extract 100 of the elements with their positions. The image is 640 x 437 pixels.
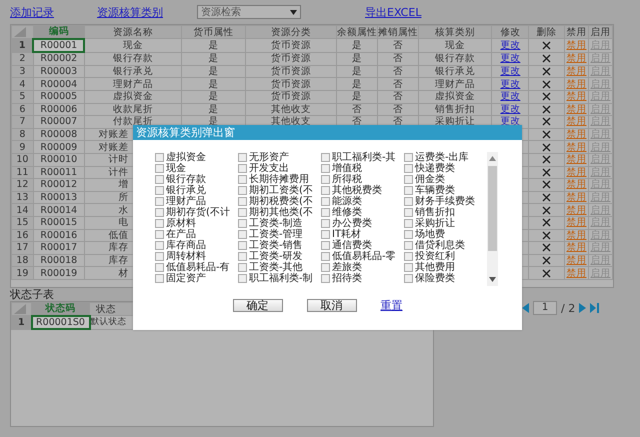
category-checkbox[interactable]: 无形资产: [238, 152, 321, 163]
delete-icon[interactable]: [542, 40, 552, 50]
category-checkbox[interactable]: 期初存货(不计: [155, 207, 238, 218]
column-header[interactable]: 余额属性: [336, 26, 378, 39]
category-checkbox[interactable]: 采购折让: [404, 218, 487, 229]
delete-icon[interactable]: [542, 218, 552, 228]
search-select[interactable]: 资源检索: [197, 5, 301, 19]
category-checkbox[interactable]: 其他税费类: [321, 185, 404, 196]
column-header[interactable]: 禁用: [564, 26, 588, 39]
category-checkbox[interactable]: 期初工资类(不: [238, 185, 321, 196]
category-checkbox[interactable]: 职工福利类-其: [321, 152, 404, 163]
column-header[interactable]: 货币属性: [181, 26, 246, 39]
category-checkbox[interactable]: 虚拟资金: [155, 152, 238, 163]
delete-icon[interactable]: [542, 142, 552, 152]
category-checkbox[interactable]: 在产品: [155, 229, 238, 240]
export-link[interactable]: 导出EXCEL: [365, 4, 422, 20]
category-checkbox[interactable]: 职工福利类-制: [238, 273, 321, 284]
category-checkbox[interactable]: 销售折扣: [404, 207, 487, 218]
column-header[interactable]: 删除: [528, 26, 564, 39]
table-cell: 是: [336, 65, 378, 78]
delete-icon[interactable]: [542, 268, 552, 278]
category-checkbox[interactable]: 招待类: [321, 273, 404, 284]
delete-icon[interactable]: [542, 193, 552, 202]
scroll-up-icon[interactable]: [489, 156, 496, 161]
table-cell: R00001: [33, 38, 84, 52]
reset-link[interactable]: 重置: [380, 298, 402, 313]
table-cell: 银行存款: [418, 52, 492, 66]
category-checkbox[interactable]: 所得税: [321, 174, 404, 185]
table-cell: 否: [377, 38, 418, 52]
category-checkbox[interactable]: 财务手续费类: [404, 196, 487, 207]
delete-icon[interactable]: [542, 180, 552, 190]
delete-icon[interactable]: [542, 54, 552, 64]
category-checkbox[interactable]: 投资红利: [404, 251, 487, 262]
category-checkbox[interactable]: 长期待摊费用: [238, 174, 321, 185]
delete-icon[interactable]: [542, 130, 552, 140]
cancel-button[interactable]: 取消: [306, 299, 356, 312]
page-input[interactable]: 1: [533, 301, 557, 315]
category-checkbox[interactable]: 通信费类: [321, 240, 404, 251]
category-checkbox[interactable]: 开发支出: [238, 163, 321, 174]
table-cell: 虚拟资金: [418, 90, 492, 104]
category-checkbox[interactable]: 场地费: [404, 229, 487, 240]
category-checkbox[interactable]: 期初其他类(不: [238, 207, 321, 218]
category-checkbox[interactable]: 工资类-研发: [238, 251, 321, 262]
category-checkbox[interactable]: 借贷利息类: [404, 240, 487, 251]
category-checkbox[interactable]: 差旅类: [321, 262, 404, 273]
add-record-link[interactable]: 添加记录: [10, 6, 54, 18]
category-checkbox[interactable]: 工资类-销售: [238, 240, 321, 251]
category-checkbox[interactable]: 能源类: [321, 196, 404, 207]
category-checkbox[interactable]: 低值易耗品-零: [321, 251, 404, 262]
category-checkbox[interactable]: 低值易耗品-有: [155, 262, 238, 273]
delete-icon[interactable]: [542, 92, 552, 102]
category-checkbox[interactable]: 原材料: [155, 218, 238, 229]
category-checkbox[interactable]: 车辆费类: [404, 185, 487, 196]
category-checkbox[interactable]: 办公费类: [321, 218, 404, 229]
delete-icon[interactable]: [542, 256, 552, 265]
category-checkbox[interactable]: 银行承兑: [155, 185, 238, 196]
category-checkbox[interactable]: 增值税: [321, 163, 404, 174]
category-checkbox[interactable]: 快递费类: [404, 163, 487, 174]
category-checkbox[interactable]: 期初税费类(不: [238, 196, 321, 207]
delete-icon[interactable]: [542, 206, 552, 215]
category-checkbox[interactable]: 运费类-出库: [404, 152, 487, 163]
table-cell: 是: [181, 103, 246, 116]
category-checkbox[interactable]: 其他费用: [404, 262, 487, 273]
column-header[interactable]: 核算类别: [418, 26, 492, 39]
category-checkbox[interactable]: 周转材料: [155, 251, 238, 262]
category-checkbox[interactable]: IT耗材: [321, 229, 404, 240]
category-checkbox[interactable]: 工资类-制造: [238, 218, 321, 229]
category-checkbox[interactable]: 保险费类: [404, 273, 487, 284]
column-header[interactable]: 修改: [492, 26, 529, 39]
delete-icon[interactable]: [542, 230, 552, 240]
ok-button[interactable]: 确定: [232, 299, 282, 312]
column-header[interactable]: 资源分类: [245, 26, 336, 39]
delete-icon[interactable]: [542, 104, 552, 114]
delete-icon[interactable]: [542, 80, 552, 89]
delete-icon[interactable]: [542, 168, 552, 177]
table-cell: R00010: [33, 153, 84, 166]
category-checkbox[interactable]: 银行存款: [155, 174, 238, 185]
category-checkbox[interactable]: 固定资产: [155, 273, 238, 284]
category-checkbox[interactable]: 库存商品: [155, 240, 238, 251]
column-header[interactable]: 资源名称: [84, 26, 182, 39]
category-checkbox[interactable]: 维修类: [321, 207, 404, 218]
delete-icon[interactable]: [542, 117, 552, 126]
category-link[interactable]: 资源核算类别: [97, 6, 163, 18]
category-checkbox[interactable]: 工资类-管理: [238, 229, 321, 240]
delete-icon[interactable]: [542, 243, 552, 252]
delete-icon[interactable]: [542, 67, 552, 76]
table-cell: 收款尾折: [84, 103, 182, 116]
category-checkbox[interactable]: 理财产品: [155, 196, 238, 207]
row-number: 9: [12, 140, 34, 154]
scroll-down-icon[interactable]: [489, 277, 496, 282]
category-checkbox[interactable]: 工资类-其他: [238, 262, 321, 273]
category-checkbox[interactable]: 现金: [155, 163, 238, 174]
row-number: 14: [12, 204, 34, 216]
column-header[interactable]: 启用: [588, 26, 612, 39]
row-number: 3: [12, 65, 34, 78]
scrollbar[interactable]: [487, 152, 498, 286]
category-checkbox[interactable]: 佣金类: [404, 174, 487, 185]
table-cell: 销售折扣: [418, 103, 492, 116]
delete-icon[interactable]: [542, 155, 552, 164]
table-cell: R00014: [33, 204, 84, 216]
